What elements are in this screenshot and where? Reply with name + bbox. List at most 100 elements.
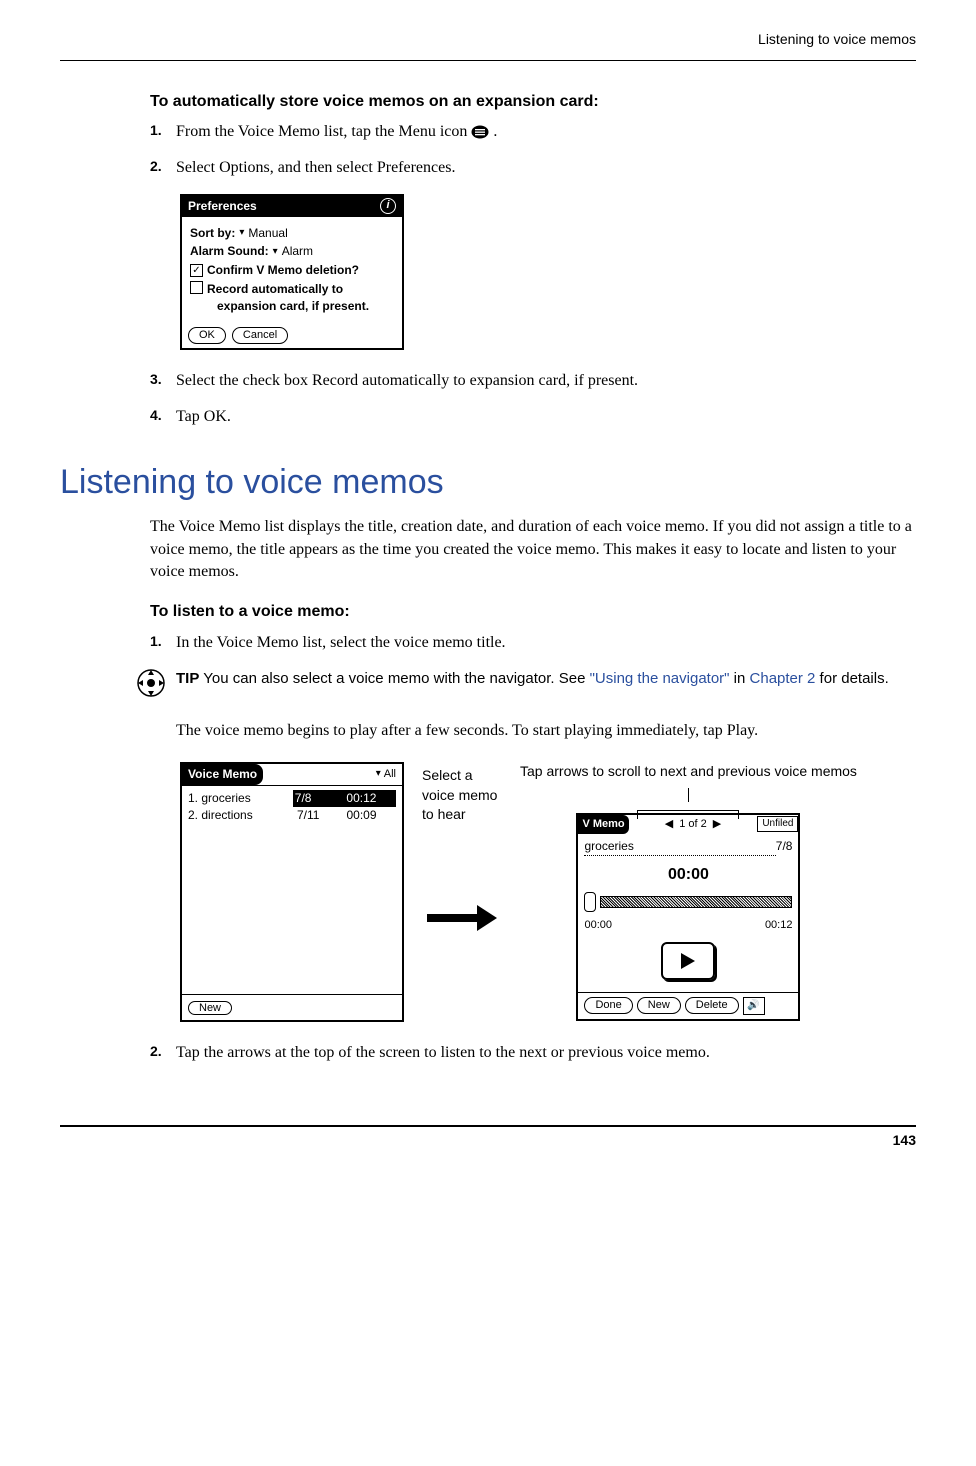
prefs-title-text: Preferences: [188, 198, 257, 215]
after-tip-paragraph: The voice memo begins to play after a fe…: [176, 720, 916, 742]
list-row[interactable]: 1. groceries 7/8 00:12: [188, 790, 396, 807]
menu-icon: [471, 124, 489, 138]
step-text-b: .: [493, 123, 497, 140]
play-title: V Memo: [578, 815, 628, 834]
confirm-label: Confirm V Memo deletion?: [207, 262, 359, 279]
link-using-navigator[interactable]: "Using the navigator": [590, 670, 730, 687]
time-end: 00:12: [765, 918, 793, 933]
intro-paragraph: The Voice Memo list displays the title, …: [150, 516, 916, 583]
nav-position: 1 of 2: [679, 817, 707, 832]
delete-button[interactable]: Delete: [685, 997, 739, 1014]
navigator-icon: [136, 668, 166, 705]
step-text: In the Voice Memo list, select the voice…: [176, 632, 916, 654]
dropdown-icon[interactable]: ▾: [239, 226, 244, 240]
slider-knob[interactable]: [584, 892, 596, 912]
play-button[interactable]: [661, 942, 715, 980]
checkbox-checked-icon[interactable]: ✓: [190, 264, 203, 277]
step-number: 2.: [150, 1042, 176, 1064]
step-text-a: From the Voice Memo list, tap the Menu i…: [176, 123, 471, 140]
list-title: Voice Memo: [182, 764, 263, 785]
record-label-1: Record automatically to: [207, 282, 343, 296]
tip-mid: in: [730, 670, 750, 687]
category-selector[interactable]: Unfiled: [757, 816, 798, 832]
cancel-button[interactable]: Cancel: [232, 327, 288, 344]
step-2: 2. Select Options, and then select Prefe…: [150, 157, 916, 179]
new-button[interactable]: New: [637, 997, 681, 1014]
play-icon: [681, 953, 695, 969]
tip-block: TIP You can also select a voice memo wit…: [176, 668, 916, 705]
row-date: 7/11: [297, 807, 347, 824]
row-num: 1.: [188, 791, 198, 805]
tip-label: TIP: [176, 670, 199, 687]
listen-step-1: 1. In the Voice Memo list, select the vo…: [150, 632, 916, 654]
step-number: 1.: [150, 121, 176, 143]
playback-slider[interactable]: [584, 892, 792, 912]
step-number: 4.: [150, 406, 176, 428]
row-date: 7/8: [293, 790, 345, 807]
subhead-expansion: To automatically store voice memos on an…: [150, 91, 916, 113]
prev-arrow-icon[interactable]: ◀: [665, 817, 673, 832]
voice-memo-list-figure: Voice Memo ▾ All 1. groceries 7/8 00:12 …: [180, 762, 404, 1022]
prefs-alarm-row: Alarm Sound: ▾ Alarm: [190, 243, 394, 260]
step-text: Select the check box Record automaticall…: [176, 370, 916, 392]
step-1: 1. From the Voice Memo list, tap the Men…: [150, 121, 916, 143]
prefs-confirm-row: ✓ Confirm V Memo deletion?: [190, 262, 394, 279]
alarm-label: Alarm Sound:: [190, 243, 269, 260]
slider-track: [600, 896, 792, 908]
row-duration: 00:12: [344, 790, 396, 807]
callout-tap-arrows: Tap arrows to scroll to next and previou…: [520, 762, 857, 782]
sort-value: Manual: [248, 225, 287, 242]
time-start: 00:00: [584, 918, 612, 933]
sort-label: Sort by:: [190, 225, 235, 242]
checkbox-unchecked-icon[interactable]: [190, 281, 203, 294]
prefs-sort-row: Sort by: ▾ Manual: [190, 225, 394, 242]
dropdown-icon: ▾: [376, 767, 381, 781]
step-3: 3. Select the check box Record automatic…: [150, 370, 916, 392]
figures-row: Voice Memo ▾ All 1. groceries 7/8 00:12 …: [180, 762, 916, 1022]
link-chapter-2[interactable]: Chapter 2: [750, 670, 816, 687]
next-arrow-icon[interactable]: ▶: [713, 817, 721, 832]
arrow-right-icon: [427, 905, 497, 937]
step-text: From the Voice Memo list, tap the Menu i…: [176, 121, 916, 143]
play-column: Tap arrows to scroll to next and previou…: [520, 762, 857, 1021]
page-number: 143: [60, 1131, 916, 1151]
row-title: directions: [201, 808, 252, 822]
step-text: Tap OK.: [176, 406, 916, 428]
list-row[interactable]: 2. directions 7/11 00:09: [188, 807, 396, 824]
callout-line: [688, 788, 689, 802]
step-4: 4. Tap OK.: [150, 406, 916, 428]
new-button[interactable]: New: [188, 1001, 232, 1015]
dropdown-icon[interactable]: ▾: [273, 245, 278, 259]
step-text: Select Options, and then select Preferen…: [176, 157, 916, 179]
footer-rule: [60, 1125, 916, 1127]
tip-text-a: You can also select a voice memo with th…: [203, 670, 589, 687]
prefs-titlebar: Preferences i: [182, 196, 402, 217]
running-head: Listening to voice memos: [60, 30, 916, 50]
step-number: 1.: [150, 632, 176, 654]
done-button[interactable]: Done: [584, 997, 632, 1014]
figure-mid-column: Select a voice memo to hear: [422, 762, 502, 936]
step-text: Tap the arrows at the top of the screen …: [176, 1042, 916, 1064]
memo-date: 7/8: [776, 838, 793, 856]
row-duration: 00:09: [346, 807, 396, 824]
category-selector[interactable]: ▾ All: [370, 765, 402, 784]
listen-step-2: 2. Tap the arrows at the top of the scre…: [150, 1042, 916, 1064]
prefs-record-row: Record automatically to expansion card, …: [190, 281, 394, 315]
alarm-value: Alarm: [282, 243, 313, 260]
nav-arrows[interactable]: ◀ 1 of 2 ▶: [629, 817, 758, 832]
callout-bracket: [637, 810, 739, 819]
ok-button[interactable]: OK: [188, 327, 226, 344]
info-icon[interactable]: i: [380, 198, 396, 214]
step-number: 2.: [150, 157, 176, 179]
header-rule: [60, 60, 916, 61]
section-title: Listening to voice memos: [60, 459, 916, 507]
preferences-figure: Preferences i Sort by: ▾ Manual Alarm So…: [180, 194, 916, 350]
row-num: 2.: [188, 808, 198, 822]
voice-memo-play-figure: V Memo ◀ 1 of 2 ▶ Unfiled groceries 7/8: [576, 813, 800, 1021]
category-label: All: [384, 767, 396, 782]
elapsed-time: 00:00: [584, 864, 792, 886]
subhead-listen: To listen to a voice memo:: [150, 601, 916, 623]
record-label-2: expansion card, if present.: [217, 299, 369, 313]
step-number: 3.: [150, 370, 176, 392]
speaker-icon[interactable]: 🔊: [743, 997, 765, 1015]
